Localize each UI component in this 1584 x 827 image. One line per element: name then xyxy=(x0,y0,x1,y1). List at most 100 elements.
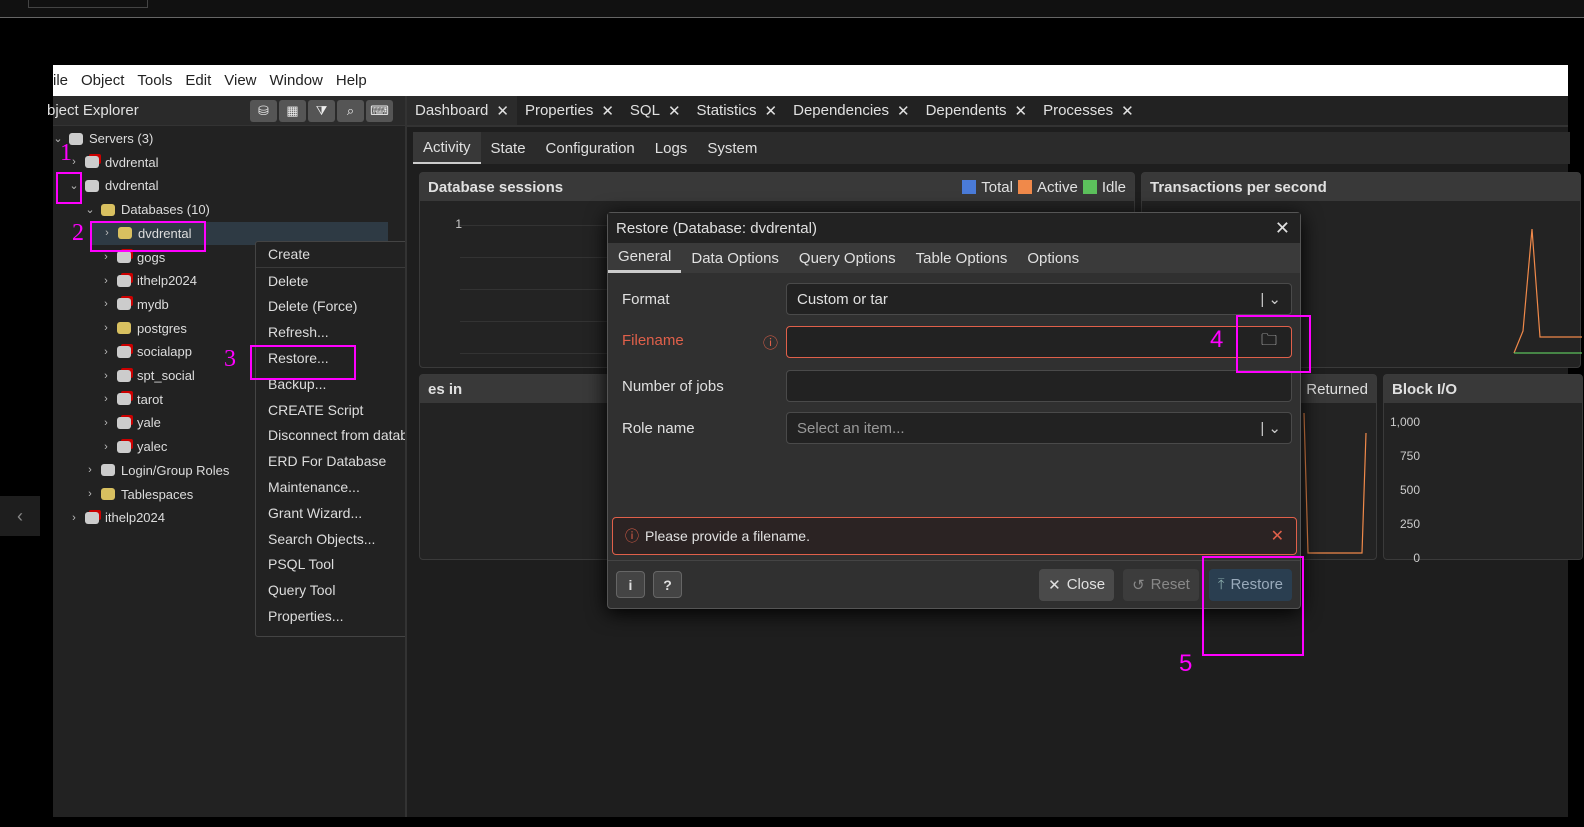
tree-item[interactable]: › yale xyxy=(99,411,161,434)
tree-item[interactable]: › dvdrental xyxy=(67,151,158,174)
chevron-icon[interactable]: › xyxy=(67,512,81,524)
annotation-box xyxy=(1202,556,1304,656)
legend-swatch xyxy=(1017,180,1032,194)
error-text: Please provide a filename. xyxy=(645,528,810,544)
tab-dependencies[interactable]: Dependencies ✕ xyxy=(785,96,917,125)
tree-item[interactable]: › Login/Group Roles xyxy=(83,459,229,482)
menu-object[interactable]: Object xyxy=(81,72,124,89)
database-disconnected-icon xyxy=(117,416,131,429)
jobs-label: Number of jobs xyxy=(622,377,724,395)
menu-edit[interactable]: Edit xyxy=(185,72,211,89)
tree-item[interactable]: ⌄ Databases (10) xyxy=(83,198,210,221)
filter-icon[interactable]: ⧩ xyxy=(308,99,335,122)
tab-general[interactable]: General xyxy=(608,243,682,273)
tree-item-label: socialapp xyxy=(137,344,192,360)
menu-help[interactable]: Help xyxy=(336,72,367,89)
terminal-icon[interactable]: ⌨ xyxy=(366,99,393,122)
chevron-icon[interactable]: › xyxy=(99,298,113,310)
dismiss-error-icon[interactable]: ✕ xyxy=(1271,526,1284,546)
chevron-icon[interactable]: › xyxy=(83,488,97,500)
close-icon[interactable]: ✕ xyxy=(1121,102,1134,120)
table-icon[interactable]: ▦ xyxy=(279,99,306,122)
error-icon: ⓘ xyxy=(762,334,778,352)
tab-label: Dependencies xyxy=(793,102,890,119)
tree-item[interactable]: › tarot xyxy=(99,388,163,411)
tab-system[interactable]: System xyxy=(697,132,767,164)
close-icon[interactable]: ✕ xyxy=(897,102,910,120)
menu-item-label: Create xyxy=(268,246,311,263)
chevron-icon[interactable]: › xyxy=(99,393,113,405)
tree-item[interactable]: › yalec xyxy=(99,435,167,458)
tree-item[interactable]: › ithelp2024 xyxy=(67,506,165,529)
tree-item-label: dvdrental xyxy=(105,154,159,170)
close-icon[interactable]: ✕ xyxy=(1015,102,1028,120)
tab-table-options[interactable]: Table Options xyxy=(906,243,1018,273)
reset-icon: ↺ xyxy=(1132,576,1145,594)
chevron-icon[interactable]: › xyxy=(99,322,113,334)
tree-item[interactable]: › postgres xyxy=(99,317,187,340)
tree-item-label: ithelp2024 xyxy=(137,273,197,289)
active-series-line xyxy=(1513,228,1582,354)
chevron-icon[interactable]: › xyxy=(99,370,113,382)
tree-item-label: Databases (10) xyxy=(121,202,210,218)
tab-processes[interactable]: Processes ✕ xyxy=(1035,96,1142,125)
menu-item-label: Delete xyxy=(268,272,309,289)
tab-dependents[interactable]: Dependents ✕ xyxy=(918,96,1035,125)
menu-window[interactable]: Window xyxy=(270,72,323,89)
chevron-icon[interactable]: › xyxy=(99,417,113,429)
close-label: Close xyxy=(1066,576,1106,593)
menu-file[interactable]: ile xyxy=(53,72,68,89)
tab-data-options[interactable]: Data Options xyxy=(681,243,789,273)
close-icon[interactable]: ✕ xyxy=(496,102,509,120)
search-icon[interactable]: ⌕ xyxy=(337,99,364,122)
close-icon[interactable]: ✕ xyxy=(668,102,681,120)
tree-item-label: Login/Group Roles xyxy=(121,462,230,478)
chevron-icon[interactable]: › xyxy=(99,346,113,358)
number-of-jobs-input[interactable] xyxy=(786,370,1292,402)
tab-logs[interactable]: Logs xyxy=(645,132,698,164)
server-disconnected-icon xyxy=(85,511,99,524)
y-tick: 750 xyxy=(1399,449,1420,463)
annotation-box xyxy=(250,345,356,380)
menu-view[interactable]: View xyxy=(224,72,256,89)
format-select[interactable]: Custom or tar | ⌄ xyxy=(786,283,1292,315)
tree-item[interactable]: › ithelp2024 xyxy=(99,269,197,292)
chevron-icon[interactable]: ⌄ xyxy=(83,203,97,216)
close-icon[interactable]: ✕ xyxy=(765,102,778,120)
close-icon[interactable]: ✕ xyxy=(1275,218,1290,239)
tab-state[interactable]: State xyxy=(481,132,536,164)
tab-activity[interactable]: Activity xyxy=(413,132,481,164)
chevron-icon[interactable]: › xyxy=(99,441,113,453)
legend-swatch xyxy=(1082,180,1097,194)
query-tool-icon[interactable]: ⛁ xyxy=(250,99,277,122)
reset-button[interactable]: ↺ Reset xyxy=(1123,568,1199,601)
reset-label: Reset xyxy=(1150,576,1190,593)
tree-item[interactable]: › Tablespaces xyxy=(83,483,193,506)
tab-options[interactable]: Options xyxy=(1017,243,1089,273)
tab-query-options[interactable]: Query Options xyxy=(789,243,906,273)
info-button[interactable]: i xyxy=(616,571,645,598)
server-disconnected-icon xyxy=(85,156,99,169)
tree-item[interactable]: › socialapp xyxy=(99,340,192,363)
databases-icon xyxy=(101,203,115,216)
tab-dashboard[interactable]: Dashboard ✕ xyxy=(407,96,517,125)
tab-configuration[interactable]: Configuration xyxy=(536,132,645,164)
annotation-box xyxy=(90,221,206,252)
role-name-select[interactable]: Select an item... | ⌄ xyxy=(786,412,1292,444)
chevron-icon[interactable]: › xyxy=(99,275,113,287)
dashboard-tabs: Activity State Configuration Logs System xyxy=(413,132,1570,164)
close-button[interactable]: ✕ Close xyxy=(1039,568,1115,601)
y-tick: 1,000 xyxy=(1389,415,1420,429)
tab-statistics[interactable]: Statistics ✕ xyxy=(689,96,786,125)
collapse-sidebar-button[interactable]: ‹ xyxy=(0,496,40,536)
chevron-icon[interactable]: › xyxy=(83,464,97,476)
help-button[interactable]: ? xyxy=(653,571,682,598)
tab-sql[interactable]: SQL ✕ xyxy=(622,96,689,125)
annotation-number: 3 xyxy=(224,346,236,372)
close-icon[interactable]: ✕ xyxy=(601,102,614,120)
tab-properties[interactable]: Properties ✕ xyxy=(517,96,622,125)
tree-item[interactable]: › mydb xyxy=(99,293,169,316)
chevron-icon[interactable]: › xyxy=(99,251,113,263)
tree-item[interactable]: › spt_social xyxy=(99,364,195,387)
menu-tools[interactable]: Tools xyxy=(137,72,172,89)
